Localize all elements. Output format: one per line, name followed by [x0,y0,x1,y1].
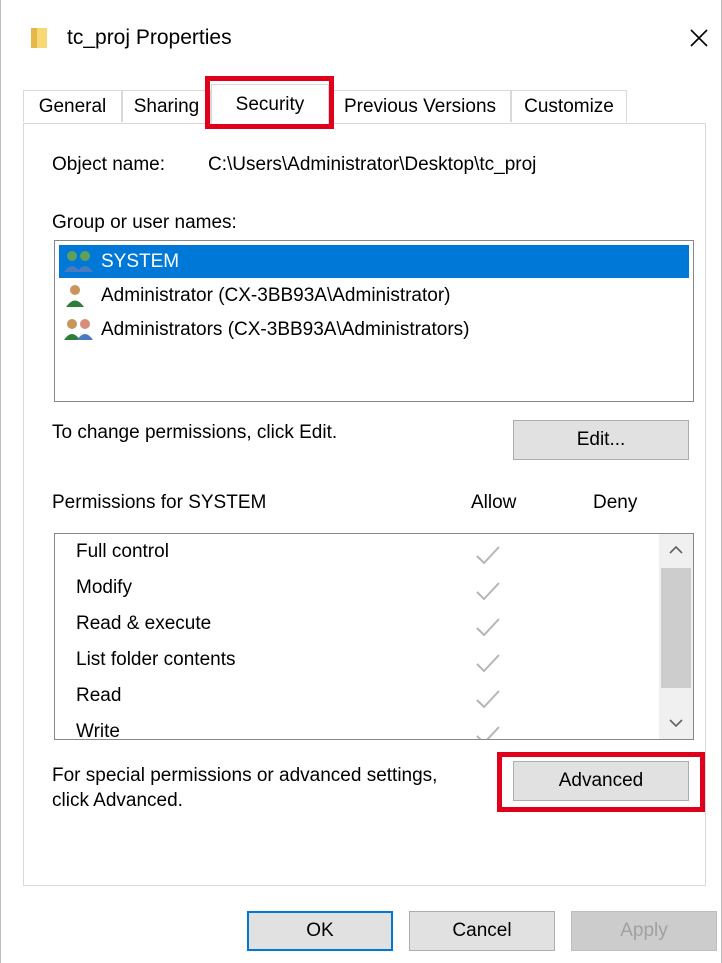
advanced-button-highlight [497,752,705,812]
close-button[interactable] [675,18,722,58]
permission-row: List folder contents [55,645,659,681]
tab-general[interactable]: General [23,90,122,122]
permission-row: Read [55,681,659,717]
properties-window: tc_proj Properties General Sharing Secur… [0,0,722,963]
close-icon [690,29,708,47]
permission-row: Write [55,717,659,740]
permission-name: List folder contents [76,649,236,670]
user-name: SYSTEM [101,250,180,272]
deny-column-header: Deny [593,492,638,513]
permission-name: Modify [76,577,132,598]
tab-label: Previous Versions [343,95,497,117]
check-icon [476,582,500,601]
scroll-down-button[interactable] [659,707,693,739]
scroll-up-button[interactable] [659,534,693,566]
user-icon [66,284,84,307]
group-names-label: Group or user names: [52,212,237,233]
tab-customize[interactable]: Customize [511,90,627,122]
check-icon [476,618,500,637]
ok-button[interactable]: OK [247,911,393,951]
permission-name: Read [76,685,122,706]
apply-button[interactable]: Apply [571,911,717,951]
edit-button[interactable]: Edit... [513,420,689,460]
check-icon [476,654,500,673]
title-bar: tc_proj Properties [1,0,722,78]
permissions-header: Permissions for SYSTEM [52,492,267,513]
check-icon [476,726,500,739]
permission-name: Full control [76,541,169,562]
change-permissions-hint: To change permissions, click Edit. [52,422,338,443]
permission-row: Read & execute [55,609,659,645]
tab-security[interactable]: Security [211,84,329,124]
special-permissions-hint-line2: click Advanced. [52,790,183,811]
permission-row: Modify [55,573,659,609]
tab-strip: General Sharing Security Previous Versio… [23,84,703,124]
user-group-icon [64,318,93,340]
user-name: Administrator (CX-3BB93A\Administrator) [101,284,451,306]
user-name: Administrators (CX-3BB93A\Administrators… [101,318,470,340]
scroll-thumb[interactable] [661,568,691,688]
permission-name: Read & execute [76,613,212,634]
tab-label: Sharing [133,95,200,117]
tab-label: Customize [524,95,614,117]
allow-column-header: Allow [471,492,517,513]
folder-icon [31,28,47,48]
apply-button-label: Apply [620,920,668,941]
check-icon [476,546,500,565]
chevron-down-icon [669,719,683,728]
chevron-up-icon [669,545,683,554]
cancel-button[interactable]: Cancel [409,911,555,951]
window-title: tc_proj Properties [67,26,232,49]
users-list[interactable]: SYSTEM Administrator (CX-3BB93A\Administ… [54,240,694,402]
list-item-administrators[interactable]: Administrators (CX-3BB93A\Administrators… [59,313,689,346]
list-item-administrator[interactable]: Administrator (CX-3BB93A\Administrator) [59,279,689,312]
special-permissions-hint-line1: For special permissions or advanced sett… [52,765,438,786]
tab-label: Security [235,93,305,115]
object-name-value: C:\Users\Administrator\Desktop\tc_proj [208,154,537,175]
user-group-icon [64,250,93,272]
permissions-list[interactable]: Full control Modify Read & execute List … [54,533,694,740]
tab-label: General [38,95,107,117]
ok-button-label: OK [306,920,334,941]
tab-sharing[interactable]: Sharing [122,90,211,122]
permission-row: Full control [55,537,659,573]
permission-name: Write [76,721,120,740]
cancel-button-label: Cancel [452,920,512,941]
check-icon [476,690,500,709]
list-item-system[interactable]: SYSTEM [59,245,689,278]
object-name-label: Object name: [52,154,165,175]
edit-button-label: Edit... [576,429,626,450]
tab-previous-versions[interactable]: Previous Versions [329,90,511,122]
permissions-scrollbar[interactable] [659,534,693,739]
